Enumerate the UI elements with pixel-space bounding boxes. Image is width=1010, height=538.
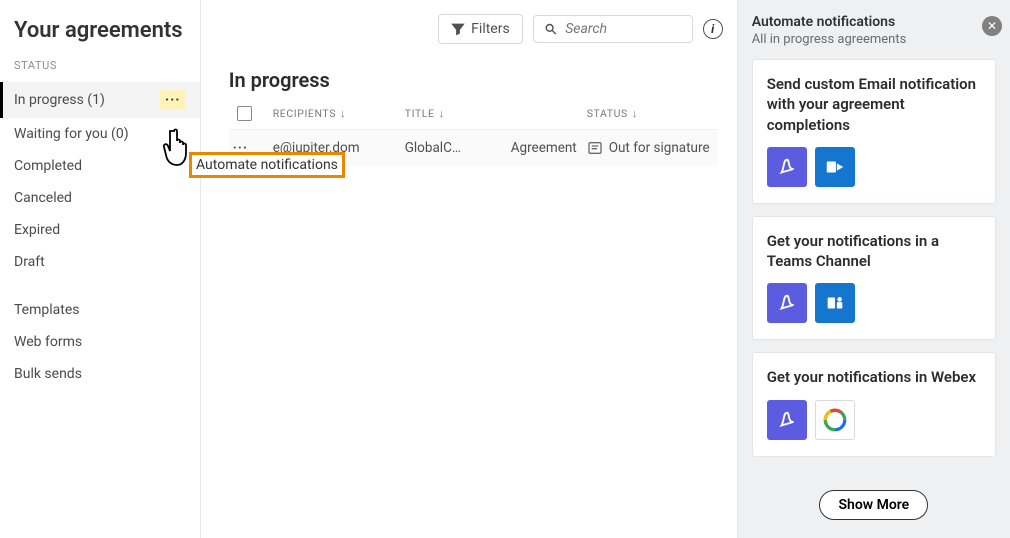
sidebar-item-completed[interactable]: Completed	[0, 150, 200, 182]
card-teams-notification[interactable]: Get your notifications in a Teams Channe…	[752, 216, 996, 341]
sidebar-item-expired[interactable]: Expired	[0, 214, 200, 246]
card-email-notification[interactable]: Send custom Email notification with your…	[752, 59, 996, 204]
panel-header: Automate notifications All in progress a…	[752, 14, 996, 47]
automate-panel: ✕ Automate notifications All in progress…	[737, 0, 1010, 538]
acrobat-icon[interactable]	[767, 283, 807, 323]
sort-arrow-icon: ↓	[439, 107, 445, 120]
search-input[interactable]	[565, 21, 682, 37]
card-title: Get your notifications in a Teams Channe…	[767, 231, 981, 272]
table-head: RECIPIENTS ↓ TITLE ↓ STATUS ↓	[229, 106, 717, 129]
show-more-button[interactable]: Show More	[819, 490, 928, 520]
content-title: In progress	[229, 68, 717, 92]
sidebar-item-label: Waiting for you (0)	[14, 126, 129, 142]
filter-icon	[451, 22, 465, 36]
cell-title: GlobalC…	[405, 140, 505, 156]
sidebar-item-webforms[interactable]: Web forms	[0, 326, 200, 358]
topbar: Filters i	[201, 0, 737, 54]
sidebar-status-list: In progress (1) ··· Waiting for you (0) …	[0, 82, 200, 390]
status-section-label: STATUS	[0, 59, 200, 82]
sidebar-item-label: Completed	[14, 158, 82, 174]
sidebar-item-waiting[interactable]: Waiting for you (0)	[0, 118, 200, 150]
page-title: Your agreements	[0, 0, 200, 59]
sidebar-item-canceled[interactable]: Canceled	[0, 182, 200, 214]
cell-status: Out for signature	[587, 140, 717, 156]
sidebar-item-in-progress[interactable]: In progress (1) ···	[0, 82, 200, 118]
context-menu-label: Automate notifications	[196, 157, 338, 173]
filters-button[interactable]: Filters	[438, 14, 523, 44]
filters-label: Filters	[471, 21, 510, 37]
context-menu-automate[interactable]: Automate notifications	[189, 152, 345, 178]
sort-arrow-icon: ↓	[340, 107, 346, 120]
card-icons	[767, 400, 981, 440]
search-field[interactable]	[533, 15, 693, 43]
outlook-icon[interactable]	[815, 147, 855, 187]
more-icon[interactable]: ···	[160, 90, 186, 110]
info-button[interactable]: i	[703, 19, 723, 39]
sidebar-item-label: Web forms	[14, 334, 82, 350]
sidebar: Your agreements STATUS In progress (1) ·…	[0, 0, 201, 538]
main: Filters i In progress RECIPIENTS ↓ TITLE…	[201, 0, 737, 538]
signature-icon	[587, 140, 603, 156]
cell-type: Agreement	[511, 140, 581, 156]
card-title: Send custom Email notification with your…	[767, 74, 981, 135]
col-title[interactable]: TITLE ↓	[405, 107, 505, 120]
select-all-checkbox[interactable]	[237, 106, 252, 121]
card-webex-notification[interactable]: Get your notifications in Webex	[752, 352, 996, 456]
acrobat-icon[interactable]	[767, 147, 807, 187]
sidebar-item-label: Canceled	[14, 190, 72, 206]
sidebar-item-label: Expired	[14, 222, 60, 238]
teams-icon[interactable]	[815, 283, 855, 323]
card-icons	[767, 147, 981, 187]
sidebar-item-templates[interactable]: Templates	[0, 294, 200, 326]
close-icon[interactable]: ✕	[982, 16, 1002, 36]
card-icons	[767, 283, 981, 323]
sort-arrow-icon: ↓	[632, 107, 638, 120]
search-icon	[544, 21, 558, 37]
panel-title: Automate notifications	[752, 14, 996, 30]
col-status[interactable]: STATUS ↓	[587, 107, 717, 120]
col-recipients[interactable]: RECIPIENTS ↓	[273, 107, 399, 120]
card-title: Get your notifications in Webex	[767, 367, 981, 387]
sidebar-item-label: Bulk sends	[14, 366, 82, 382]
panel-subtitle: All in progress agreements	[752, 32, 996, 47]
sidebar-item-label: Templates	[14, 302, 80, 318]
content: In progress RECIPIENTS ↓ TITLE ↓ STATUS …	[201, 54, 737, 166]
webex-icon[interactable]	[815, 400, 855, 440]
sidebar-item-label: Draft	[14, 254, 45, 270]
sidebar-item-label: In progress (1)	[14, 92, 105, 108]
sidebar-item-draft[interactable]: Draft	[0, 246, 200, 278]
sidebar-item-bulksends[interactable]: Bulk sends	[0, 358, 200, 390]
acrobat-icon[interactable]	[767, 400, 807, 440]
